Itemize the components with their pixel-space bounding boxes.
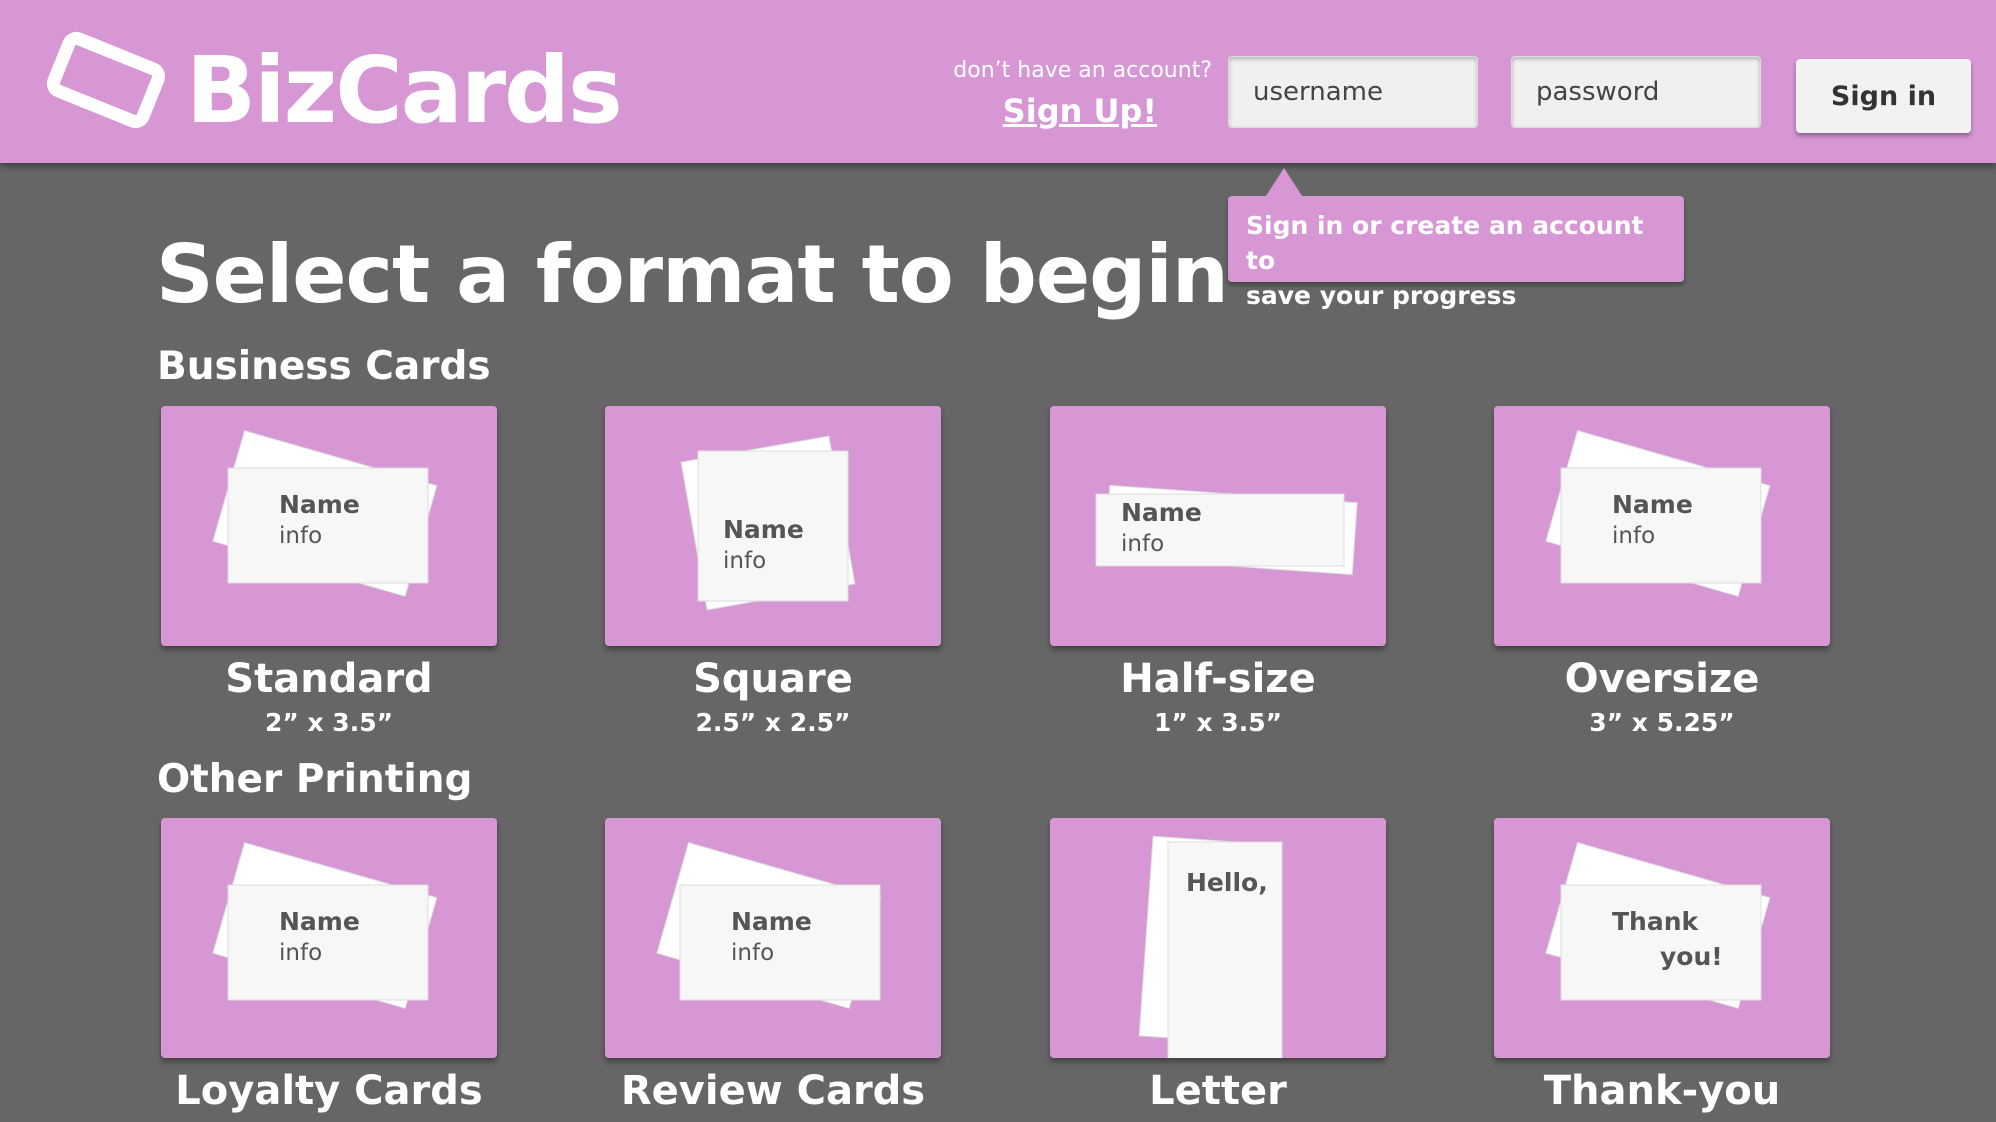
card-title: Name: [731, 907, 812, 936]
format-label-standard: Standard: [225, 656, 433, 702]
format-tile-loyalty-cards[interactable]: Name info: [161, 818, 497, 1058]
header-bar: BizCards don’t have an account? Sign Up!…: [0, 0, 1996, 163]
signup-prompt: don’t have an account?: [953, 58, 1212, 83]
letter-card-preview: Hello,: [1138, 835, 1283, 1058]
signin-button[interactable]: Sign in: [1796, 59, 1971, 133]
card-subtitle: info: [723, 548, 766, 574]
format-size-square: 2.5” x 2.5”: [695, 708, 851, 737]
format-tile-half-size[interactable]: Name info: [1050, 406, 1386, 646]
page-title: Select a format to begin: [156, 228, 1229, 321]
tooltip-line-1: Sign in or create an account to: [1246, 211, 1644, 275]
format-tile-review-cards[interactable]: Name info: [605, 818, 941, 1058]
format-tile-square[interactable]: Name info: [605, 406, 941, 646]
card-subtitle: info: [279, 523, 322, 549]
card-subtitle: info: [279, 940, 322, 966]
format-label-loyalty-cards: Loyalty Cards: [175, 1068, 483, 1114]
card-title: Name: [1612, 490, 1693, 519]
review-card-preview: Name info: [656, 842, 882, 1009]
brand-name[interactable]: BizCards: [186, 36, 623, 146]
card-title: Hello,: [1186, 868, 1268, 897]
card-title: Name: [279, 907, 360, 936]
half-size-card-preview: Name info: [1095, 484, 1358, 576]
format-label-square: Square: [693, 656, 853, 702]
format-label-letter: Letter: [1149, 1068, 1287, 1114]
standard-card-preview: Name info: [212, 430, 438, 597]
card-subtitle: you!: [1660, 942, 1723, 971]
format-tile-letter[interactable]: Hello,: [1050, 818, 1386, 1058]
format-size-standard: 2” x 3.5”: [264, 708, 394, 737]
thank-you-card-preview: Thank you!: [1545, 842, 1771, 1009]
signup-link[interactable]: Sign Up!: [950, 92, 1157, 130]
username-field[interactable]: [1228, 56, 1478, 128]
format-label-oversize: Oversize: [1564, 656, 1760, 702]
oversize-card-preview: Name info: [1545, 430, 1771, 597]
card-title: Name: [279, 490, 360, 519]
format-label-half-size: Half-size: [1120, 656, 1316, 702]
format-tile-thank-you[interactable]: Thank you!: [1494, 818, 1830, 1058]
square-card-preview: Name info: [680, 435, 856, 611]
loyalty-card-preview: Name info: [212, 842, 438, 1009]
section-heading-other-printing: Other Printing: [157, 757, 473, 802]
card-subtitle: info: [731, 940, 774, 966]
card-subtitle: info: [1612, 523, 1655, 549]
card-title: Name: [723, 515, 804, 544]
format-label-thank-you: Thank-you: [1543, 1068, 1781, 1114]
format-tile-oversize[interactable]: Name info: [1494, 406, 1830, 646]
password-field[interactable]: [1511, 56, 1761, 128]
section-heading-business-cards: Business Cards: [157, 344, 491, 389]
format-size-half-size: 1” x 3.5”: [1153, 708, 1283, 737]
format-label-review-cards: Review Cards: [620, 1068, 926, 1114]
format-tile-standard[interactable]: Name info: [161, 406, 497, 646]
signin-tooltip: Sign in or create an account to save you…: [1228, 168, 1684, 310]
card-subtitle: info: [1121, 531, 1164, 557]
card-title: Thank: [1612, 907, 1700, 936]
card-title: Name: [1121, 498, 1202, 527]
tooltip-line-2: save your progress: [1246, 281, 1517, 310]
format-size-oversize: 3” x 5.25”: [1589, 708, 1735, 737]
bizcards-logo-icon: [46, 31, 166, 129]
